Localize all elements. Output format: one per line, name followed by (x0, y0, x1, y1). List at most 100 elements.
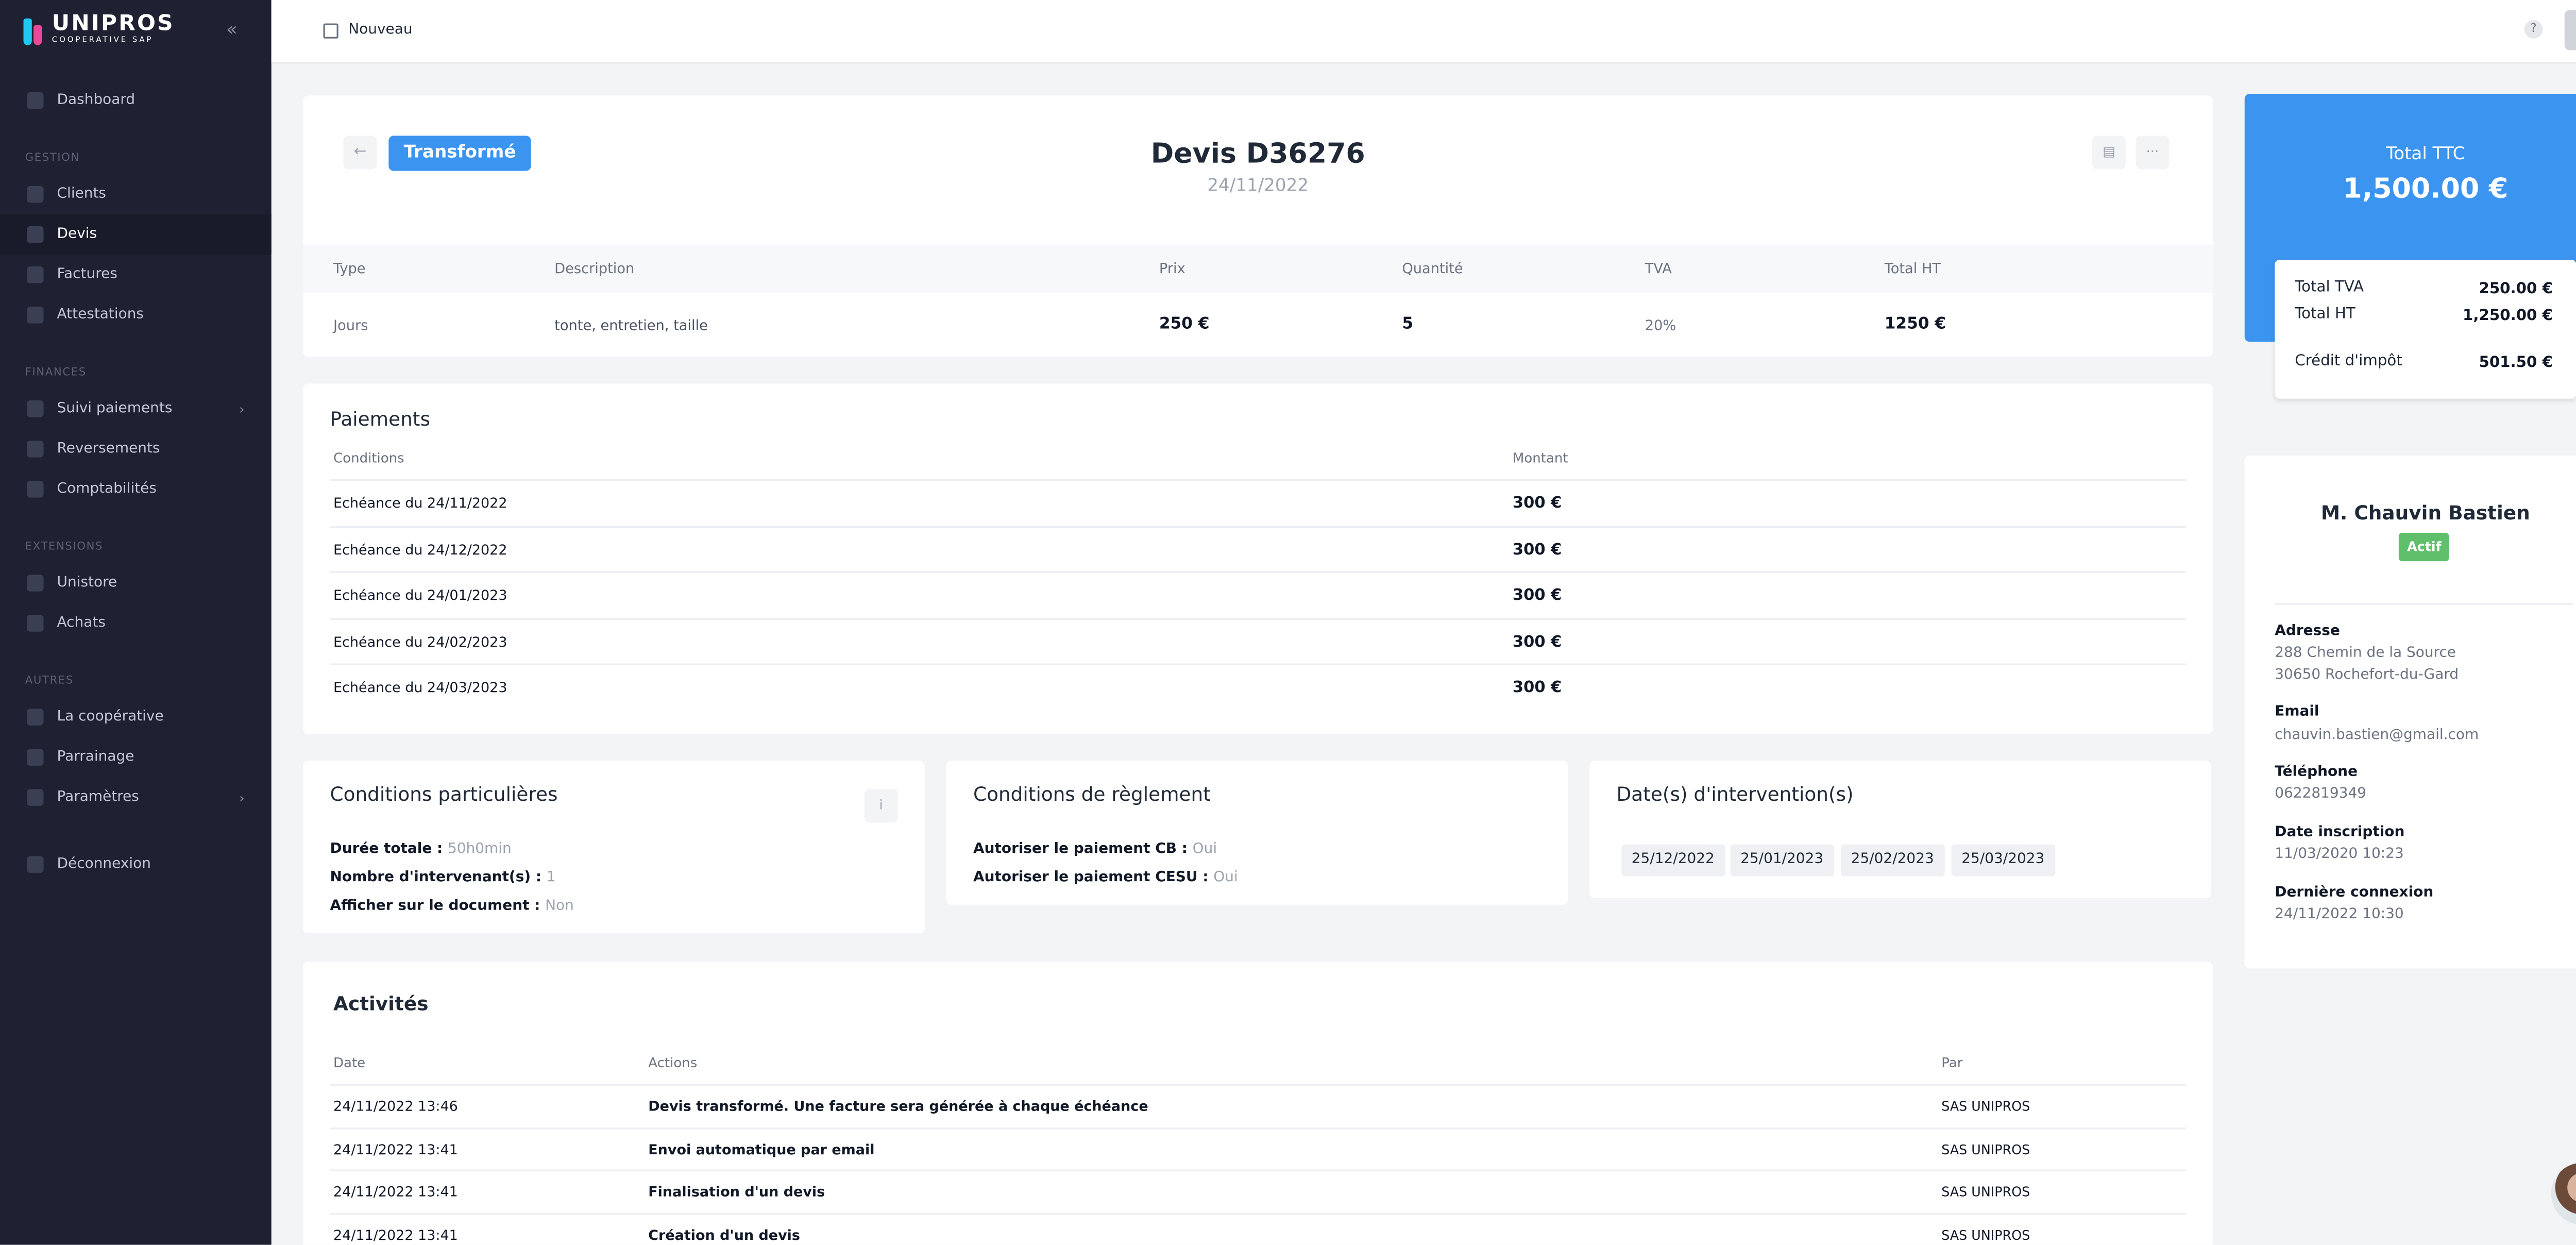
user-avatar[interactable]: LC (2564, 10, 2576, 51)
table-row: 24/11/2022 13:46 Devis transformé. Une f… (330, 1084, 2186, 1127)
cell-par: SAS UNIPROS (1941, 1099, 2030, 1115)
activites-title: Activités (333, 991, 429, 1016)
topbar: Nouveau ? LC (271, 0, 2576, 64)
inscription-label: Date inscription (2275, 824, 2405, 842)
cell-type: Jours (333, 316, 368, 334)
info-icon[interactable]: i (864, 789, 898, 823)
telephone-value[interactable]: 0622819349 (2275, 784, 2366, 806)
lines-table-header: Type Description Prix Quantité TVA Total… (303, 244, 2213, 293)
cell-montant: 300 € (1512, 540, 1562, 559)
brand-subtitle: COOPERATIVE SAP (52, 37, 154, 45)
help-icon[interactable]: ? (2524, 20, 2543, 39)
nombre-intervenants: Nombre d'intervenant(s) : 1 (330, 869, 556, 886)
cell-date: 24/11/2022 13:41 (333, 1140, 458, 1157)
col-conditions: Conditions (333, 450, 404, 466)
cell-total-ht: 1250 € (1884, 315, 1946, 334)
cesu-value: Oui (1213, 869, 1238, 886)
new-button[interactable]: Nouveau (323, 22, 413, 39)
sidebar-item-clients[interactable]: Clients (0, 174, 272, 214)
sidebar-item-label: Factures (57, 266, 117, 283)
table-row: Echéance du 24/01/2023 300 € (330, 571, 2186, 617)
payments-icon (27, 400, 44, 417)
cell-date: 24/11/2022 13:41 (333, 1225, 458, 1242)
table-row: 24/11/2022 13:41 Création d'un devis SAS… (330, 1212, 2186, 1244)
dashboard-icon (27, 92, 44, 109)
derniere-connexion-label: Dernière connexion (2275, 884, 2434, 902)
gear-icon (27, 789, 44, 806)
cell-condition: Echéance du 24/12/2022 (333, 540, 507, 558)
interventions-title: Date(s) d'intervention(s) (1616, 782, 1854, 806)
col-description: Description (554, 259, 635, 277)
adresse-line2: 30650 Rochefort-du-Gard (2275, 667, 2459, 684)
sidebar-item-cooperative[interactable]: La coopérative (0, 697, 272, 737)
section-autres: AUTRES (25, 674, 74, 687)
cooperative-icon (27, 709, 44, 726)
col-quantite: Quantité (1402, 259, 1463, 277)
total-ht-label: Total HT (2295, 306, 2355, 324)
paiement-cesu: Autoriser le paiement CESU : Oui (973, 869, 1238, 886)
email-value[interactable]: chauvin.bastien@gmail.com (2275, 726, 2479, 747)
cb-value: Oui (1192, 841, 1217, 858)
sidebar-item-attestations[interactable]: Attestations (0, 295, 272, 335)
sidebar-item-label: Déconnexion (57, 856, 151, 873)
table-row: Echéance du 24/11/2022 300 € (330, 479, 2186, 525)
col-prix: Prix (1159, 259, 1185, 277)
cell-montant: 300 € (1512, 632, 1562, 651)
sidebar-item-achats[interactable]: Achats (0, 603, 272, 643)
cell-date: 24/11/2022 13:41 (333, 1183, 458, 1200)
more-options-icon[interactable]: ··· (2136, 136, 2170, 170)
email-label: Email (2275, 703, 2319, 721)
sidebar-item-reversements[interactable]: Reversements (0, 429, 272, 469)
sidebar-item-dashboard[interactable]: Dashboard (0, 80, 272, 121)
divider (2275, 603, 2573, 605)
adresse-label: Adresse (2275, 623, 2340, 640)
afficher-value: Non (545, 898, 574, 915)
sidebar-item-label: Parrainage (57, 749, 134, 766)
total-ttc-label: Total TTC (2386, 144, 2465, 164)
interventions-card: Date(s) d'intervention(s) 25/12/2022 25/… (1589, 761, 2211, 898)
afficher-label: Afficher sur le document : (330, 898, 540, 915)
sidebar-item-label: Suivi paiements (57, 400, 173, 417)
accounting-icon (27, 481, 44, 498)
cell-par: SAS UNIPROS (1941, 1141, 2030, 1157)
inscription-value: 11/03/2020 10:23 (2275, 846, 2404, 863)
sidebar-item-parametres[interactable]: Paramètres › (0, 778, 272, 818)
table-row: Echéance du 24/12/2022 300 € (330, 525, 2186, 571)
chevron-right-icon: › (239, 789, 245, 805)
logo[interactable]: UNIPROS COOPERATIVE SAP (23, 13, 175, 45)
sidebar-item-label: Attestations (57, 306, 144, 324)
activites-card: Activités Date Actions Par 24/11/2022 13… (303, 962, 2213, 1245)
cell-montant: 300 € (1512, 586, 1562, 605)
cell-date: 24/11/2022 13:46 (333, 1097, 458, 1115)
intervention-date-chip: 25/03/2023 (1951, 844, 2055, 877)
section-gestion: GESTION (25, 150, 80, 164)
reversements-icon (27, 441, 44, 458)
col-montant: Montant (1512, 450, 1568, 466)
table-row: Echéance du 24/02/2023 300 € (330, 617, 2186, 663)
section-finances: FINANCES (25, 365, 87, 379)
pdf-icon[interactable]: ▤ (2092, 136, 2126, 170)
page-title: Devis D36276 (1150, 137, 1365, 170)
paiements-title: Paiements (330, 407, 430, 431)
client-name[interactable]: M. Chauvin Bastien (2245, 501, 2576, 525)
paiements-card: Paiements Conditions Montant Echéance du… (303, 383, 2213, 734)
conditions-particulieres-title: Conditions particulières (330, 782, 558, 806)
intervention-date-chip: 25/02/2023 (1841, 844, 1944, 877)
sidebar-item-comptabilites[interactable]: Comptabilités (0, 469, 272, 509)
col-total-ht: Total HT (1884, 259, 1941, 277)
col-date: Date (333, 1055, 366, 1071)
credit-impot-label: Crédit d'impôt (2295, 354, 2402, 371)
sidebar-item-factures[interactable]: Factures (0, 255, 272, 295)
sidebar-item-parrainage[interactable]: Parrainage (0, 737, 272, 778)
sidebar-item-unistore[interactable]: Unistore (0, 563, 272, 603)
devis-card: ← Transformé Devis D36276 24/11/2022 ▤ ·… (303, 95, 2213, 357)
sidebar-item-label: Dashboard (57, 92, 135, 109)
collapse-sidebar-icon[interactable]: « (226, 19, 238, 40)
cell-tva: 20% (1645, 316, 1676, 334)
sidebar-item-devis[interactable]: Devis (0, 214, 272, 255)
table-row: 24/11/2022 13:41 Envoi automatique par e… (330, 1126, 2186, 1169)
sidebar-item-suivi-paiements[interactable]: Suivi paiements › (0, 389, 272, 429)
sidebar-item-label: Unistore (57, 575, 117, 592)
sidebar-item-deconnexion[interactable]: Déconnexion (0, 845, 272, 885)
support-chat-avatar[interactable] (2551, 1163, 2576, 1225)
